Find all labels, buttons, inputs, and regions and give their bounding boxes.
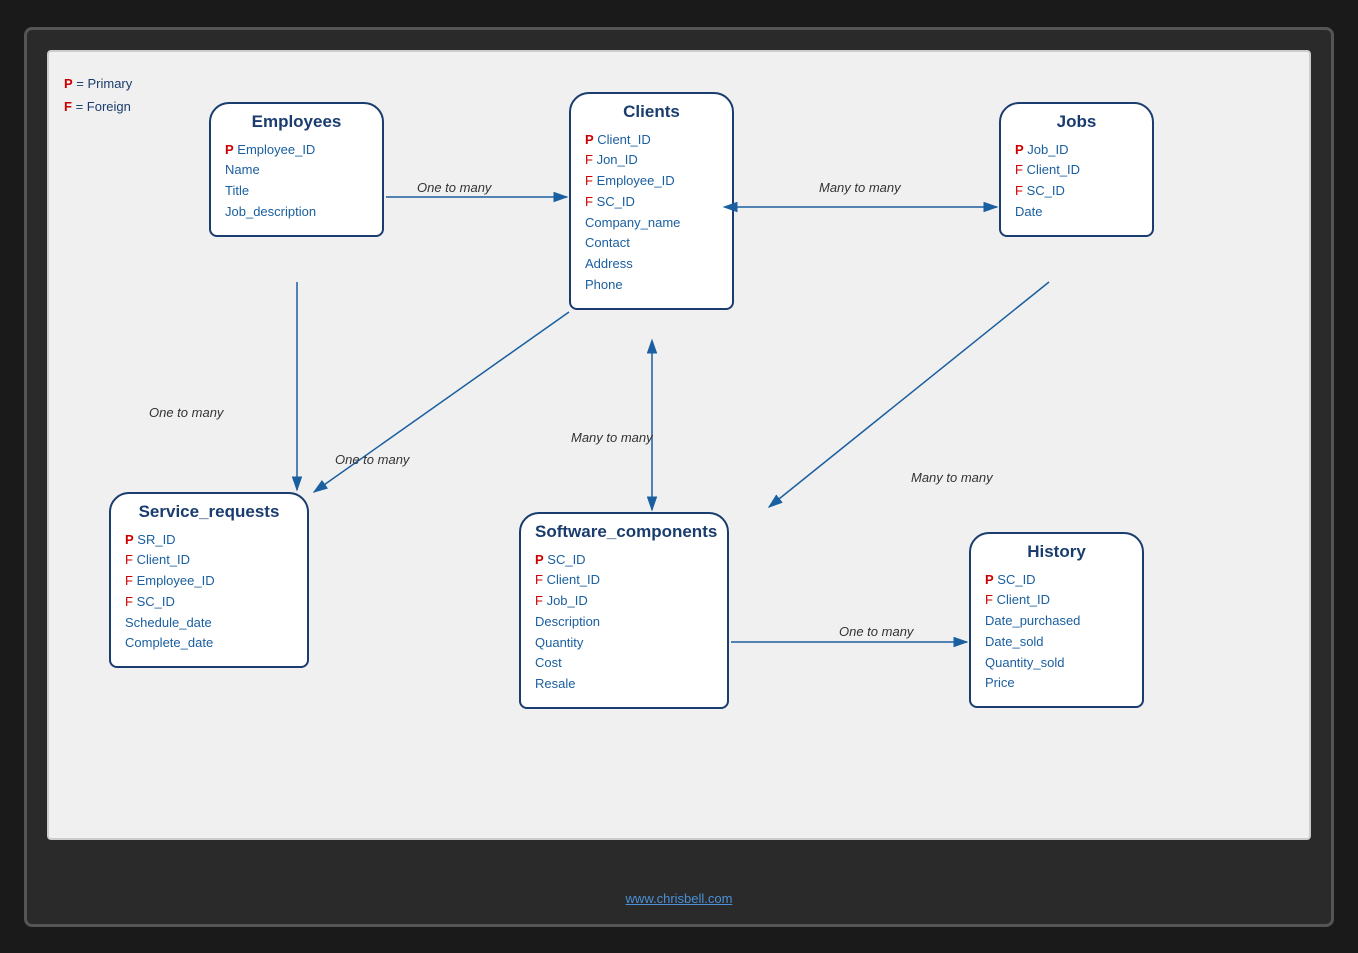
relation-clients-sr: One to many <box>335 452 409 467</box>
jobs-title: Jobs <box>1015 112 1138 132</box>
entity-service-requests: Service_requests P SR_ID F Client_ID F E… <box>109 492 309 669</box>
service-requests-title: Service_requests <box>125 502 293 522</box>
clients-title: Clients <box>585 102 718 122</box>
f-label: F <box>64 99 72 114</box>
entity-jobs: Jobs P Job_ID F Client_ID F SC_ID Date <box>999 102 1154 237</box>
p-text: = Primary <box>73 76 133 91</box>
software-components-title: Software_components <box>535 522 713 542</box>
f-text: = Foreign <box>72 99 131 114</box>
jobs-fields: P Job_ID F Client_ID F SC_ID Date <box>1015 140 1138 223</box>
service-requests-fields: P SR_ID F Client_ID F Employee_ID F SC_I… <box>125 530 293 655</box>
entity-history: History P SC_ID F Client_ID Date_purchas… <box>969 532 1144 709</box>
entity-employees: Employees P Employee_ID Name Title Job_d… <box>209 102 384 237</box>
relation-clients-sc: Many to many <box>571 430 653 445</box>
p-label: P <box>64 76 73 91</box>
employees-title: Employees <box>225 112 368 132</box>
employees-fields: P Employee_ID Name Title Job_description <box>225 140 368 223</box>
relation-emp-clients: One to many <box>417 180 491 195</box>
history-fields: P SC_ID F Client_ID Date_purchased Date_… <box>985 570 1128 695</box>
relation-emp-sr: One to many <box>149 405 223 420</box>
footer-url[interactable]: www.chrisbell.com <box>626 891 733 906</box>
relation-clients-jobs: Many to many <box>819 180 901 195</box>
software-components-fields: P SC_ID F Client_ID F Job_ID Description… <box>535 550 713 696</box>
outer-frame: P = Primary F = Foreign Employees P Empl… <box>24 27 1334 927</box>
history-title: History <box>985 542 1128 562</box>
clients-fields: P Client_ID F Jon_ID F Employee_ID F SC_… <box>585 130 718 296</box>
arrow-jobs-sc <box>769 282 1049 507</box>
entity-clients: Clients P Client_ID F Jon_ID F Employee_… <box>569 92 734 310</box>
relation-sc-history: One to many <box>839 624 913 639</box>
legend: P = Primary F = Foreign <box>64 72 132 119</box>
diagram-area: P = Primary F = Foreign Employees P Empl… <box>47 50 1311 840</box>
relation-jobs-sc: Many to many <box>911 470 993 485</box>
entity-software-components: Software_components P SC_ID F Client_ID … <box>519 512 729 710</box>
